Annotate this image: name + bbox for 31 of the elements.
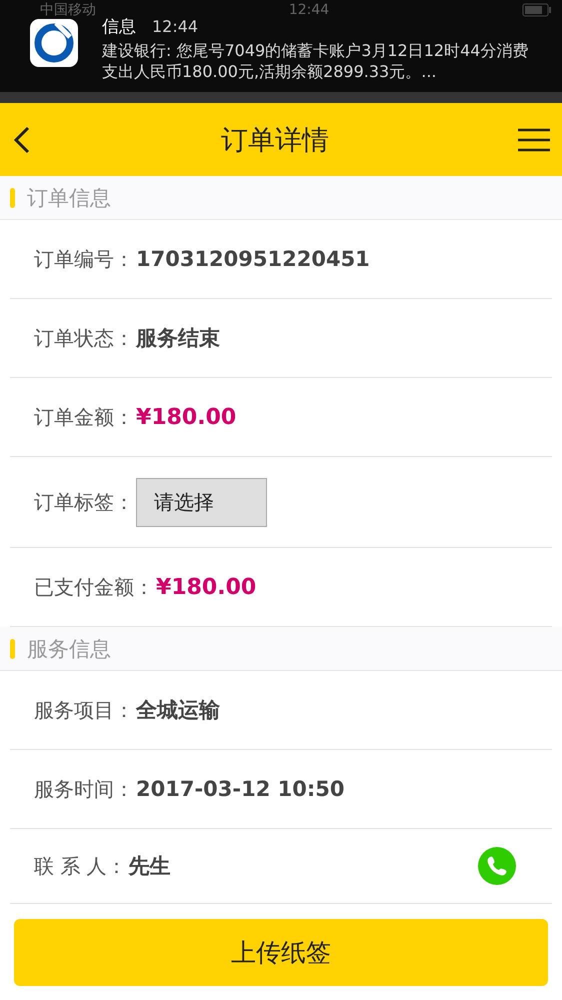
field-label: 订单金额：	[34, 404, 134, 430]
field-value: 2017-03-12 10:50	[136, 777, 344, 801]
field-value: 服务结束	[136, 325, 220, 352]
field-label: 订单状态：	[34, 324, 134, 352]
price-value: ¥180.00	[156, 574, 256, 600]
field-label: 联 系 人：	[34, 852, 127, 880]
section-marker	[10, 188, 15, 208]
field-value: 全城运输	[136, 697, 220, 724]
notification-message: 建设银行: 您尾号7049的储蓄卡账户3月12日12时44分消费支出人民币180.00元,活期余额2899.33元。...	[102, 40, 530, 82]
tag-select[interactable]: 请选择	[136, 478, 267, 526]
field-label: 已支付金额：	[34, 574, 154, 600]
battery-icon	[522, 3, 552, 17]
price-value: ¥180.00	[136, 404, 236, 430]
field-value: 1703120951220451	[136, 247, 370, 271]
field-label: 服务项目：	[34, 696, 134, 724]
section-title: 订单信息	[27, 184, 111, 212]
upload-button[interactable]: 上传纸签	[14, 919, 548, 986]
back-icon[interactable]	[12, 124, 32, 154]
field-label: 订单编号：	[34, 246, 134, 272]
menu-icon[interactable]	[518, 128, 550, 152]
section-marker	[10, 638, 15, 658]
field-label: 订单标签：	[34, 488, 134, 516]
field-value: 先生	[128, 853, 171, 880]
carrier-name: 中国移动	[40, 2, 96, 18]
bank-logo-icon	[30, 19, 78, 67]
section-title: 服务信息	[27, 636, 111, 662]
page-title: 订单详情	[221, 124, 329, 158]
field-label: 服务时间：	[34, 776, 134, 802]
notification-app: 信息	[102, 16, 136, 38]
status-time: 12:44	[288, 2, 330, 18]
notification-time: 12:44	[152, 17, 198, 36]
